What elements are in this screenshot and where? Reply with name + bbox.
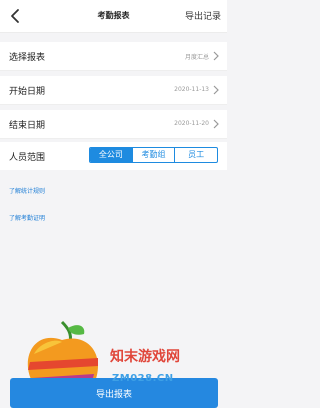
watermark-name: 知末游戏网	[110, 349, 180, 365]
end-date-row[interactable]: 结束日期 2020-11-20	[0, 110, 227, 139]
watermark-domain: ZM028.CN	[112, 373, 174, 384]
export-log-button[interactable]: 导出记录	[185, 9, 221, 22]
chevron-right-icon	[213, 85, 219, 95]
report-select-label: 选择报表	[9, 53, 46, 63]
end-date-label: 结束日期	[9, 121, 46, 131]
report-select-value: 月度汇总	[184, 54, 209, 61]
range-option-employee[interactable]: 员工	[174, 148, 217, 162]
chevron-right-icon	[213, 119, 219, 129]
top-bar: 考勤报表 导出记录	[0, 0, 227, 33]
range-option-group[interactable]: 考勤组	[131, 148, 175, 162]
attendance-proof-link[interactable]: 了解考勤证明	[9, 213, 45, 222]
start-date-value: 2020-11-13	[174, 86, 209, 93]
staff-range-label: 人员范围	[9, 153, 46, 163]
export-report-label: 导出报表	[95, 390, 132, 400]
range-option-company[interactable]: 全公司	[90, 148, 132, 162]
stats-rules-link[interactable]: 了解统计规则	[9, 186, 45, 195]
chevron-right-icon	[213, 51, 219, 61]
report-select-row[interactable]: 选择报表 月度汇总	[0, 42, 227, 71]
start-date-row[interactable]: 开始日期 2020-11-13	[0, 76, 227, 105]
staff-range-segmented-control: 全公司 考勤组 员工	[89, 147, 218, 163]
end-date-value: 2020-11-20	[174, 120, 209, 127]
start-date-label: 开始日期	[9, 87, 46, 97]
